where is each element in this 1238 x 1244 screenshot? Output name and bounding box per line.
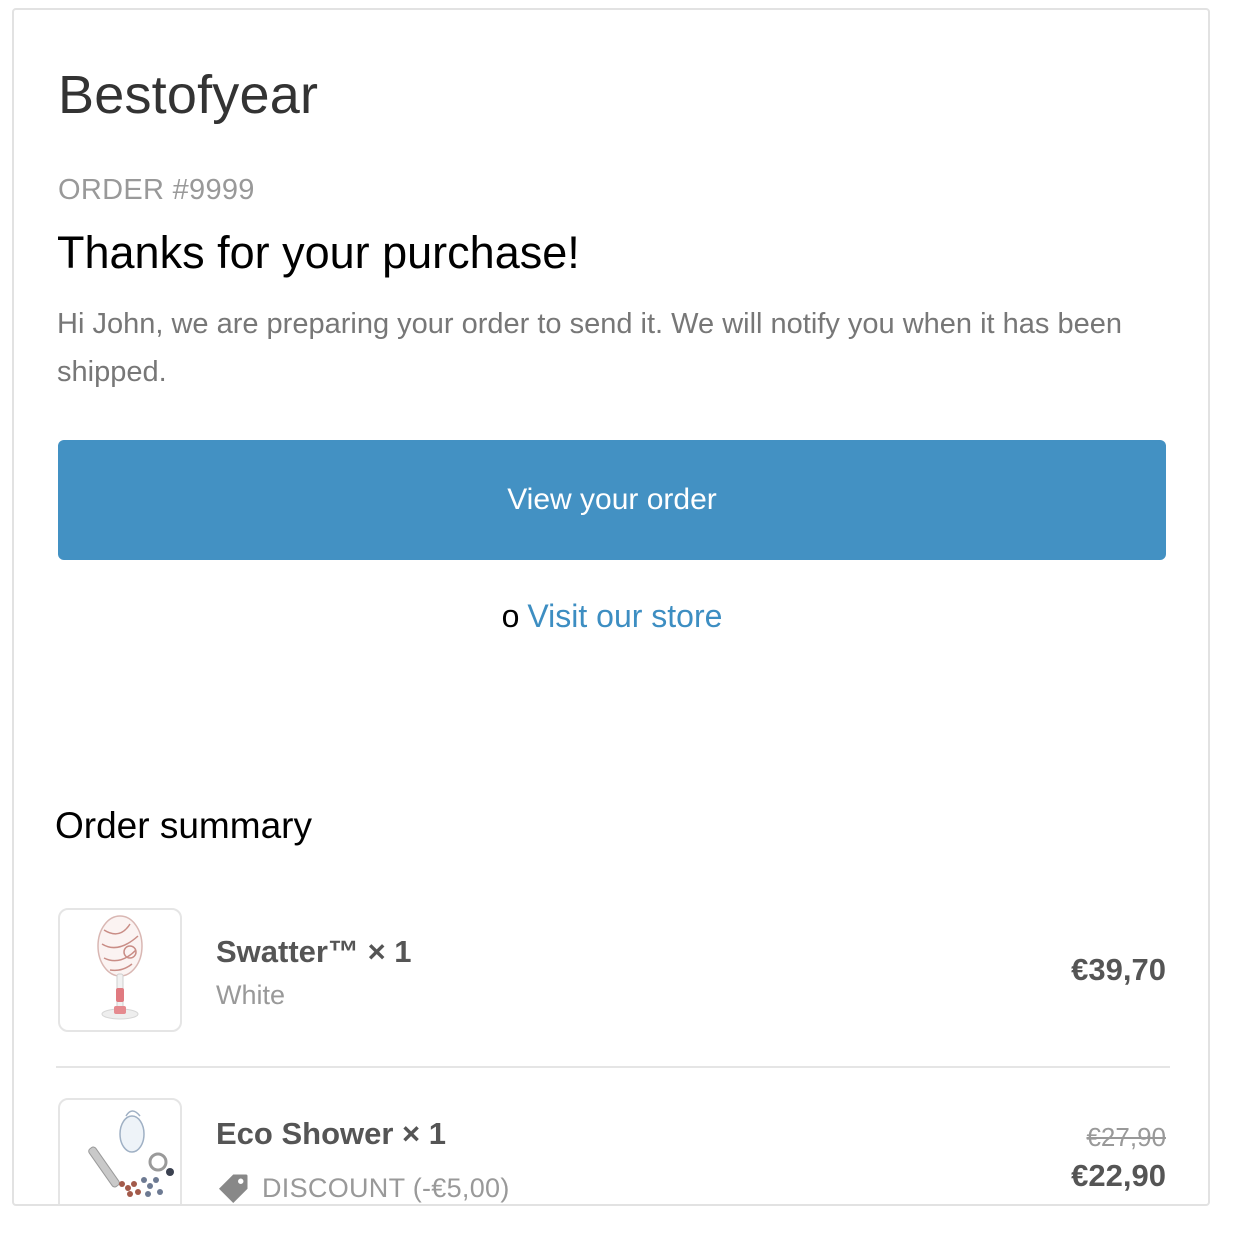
- line-item: Swatter™ × 1 White €39,70: [58, 908, 1166, 1032]
- line-item: Eco Shower × 1 DISCOUNT (-€5,00) €27,90 …: [58, 1098, 1166, 1204]
- order-message: Hi John, we are preparing your order to …: [57, 308, 1122, 388]
- view-order-button-label: View your order: [507, 483, 717, 516]
- tag-icon: [219, 1174, 248, 1203]
- discount-label: DISCOUNT (-€5,00): [262, 1172, 510, 1203]
- store-link-row: o Visit our store: [58, 598, 1166, 635]
- item-price: €39,70: [1071, 952, 1166, 987]
- item-divider: [56, 1066, 1170, 1068]
- electric-swatter-image: [58, 908, 182, 1032]
- discount-row: DISCOUNT (-€5,00): [216, 1170, 510, 1204]
- shower-kit-illustration: [88, 1110, 174, 1197]
- order-summary-heading: Order summary: [55, 805, 312, 846]
- thanks-heading: Thanks for your purchase!: [57, 227, 580, 278]
- final-price: €22,90: [1071, 1158, 1166, 1193]
- visit-store-link[interactable]: Visit our store: [527, 598, 722, 634]
- item-variant: White: [216, 980, 286, 1010]
- email-card: Bestofyear ORDER #9999 Thanks for your p…: [12, 8, 1210, 1206]
- item-title: Eco Shower × 1: [216, 1116, 447, 1151]
- shower-head-kit-image: [58, 1098, 182, 1204]
- shop-name: Bestofyear: [58, 65, 319, 125]
- item-title: Swatter™ × 1: [216, 934, 412, 969]
- or-text: o: [501, 598, 520, 634]
- swatter-illustration: [97, 915, 143, 1020]
- view-order-button[interactable]: View your order: [58, 440, 1166, 560]
- order-number: ORDER #9999: [58, 174, 255, 206]
- original-price: €27,90: [1086, 1122, 1166, 1152]
